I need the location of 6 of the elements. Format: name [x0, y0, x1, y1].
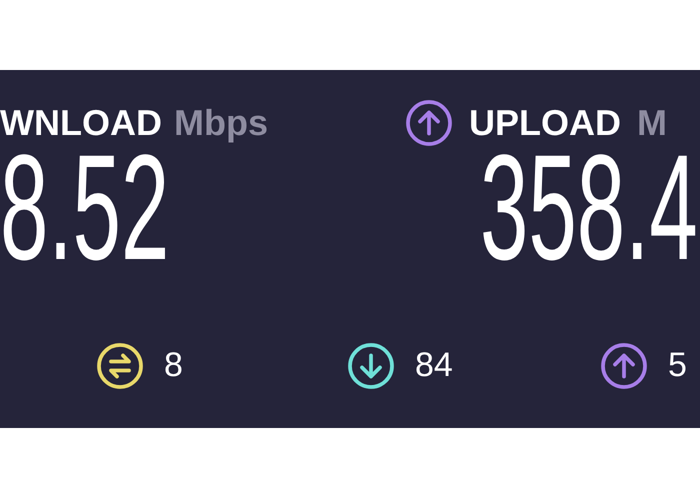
- stat-value: 5: [668, 345, 687, 386]
- stat-value: 8: [164, 345, 183, 386]
- unit-label: M: [637, 101, 667, 145]
- upload-icon: [405, 99, 453, 147]
- unit-label: Mbps: [174, 101, 268, 145]
- stat-value: 84: [415, 345, 453, 386]
